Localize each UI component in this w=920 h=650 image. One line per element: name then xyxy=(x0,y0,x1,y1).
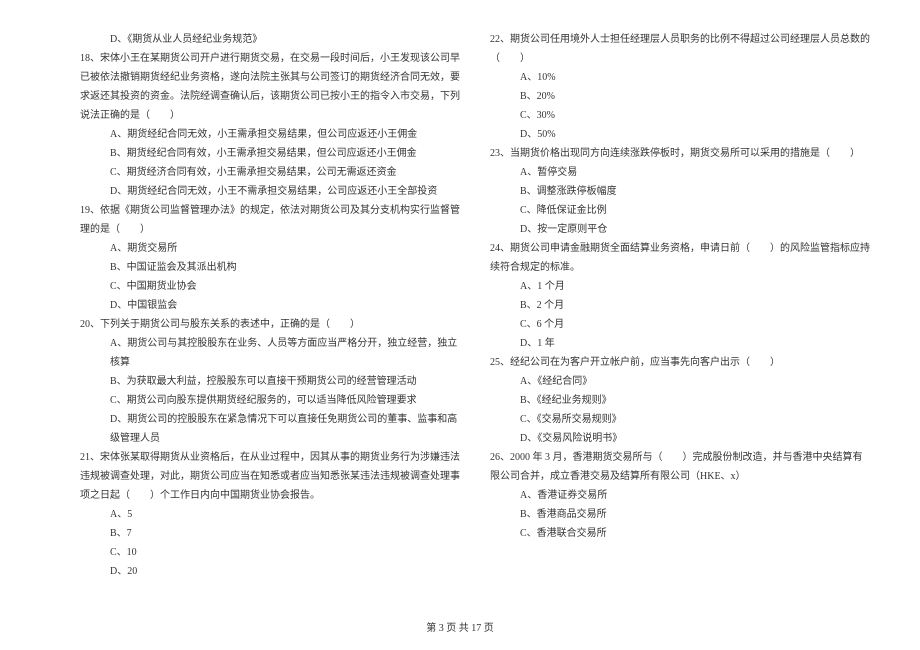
q23-stem: 23、当期货价格出现同方向连续涨跌停板时，期货交易所可以采用的措施是（ ） xyxy=(490,144,870,163)
page-footer: 第 3 页 共 17 页 xyxy=(0,619,920,638)
q19-option-d: D、中国银监会 xyxy=(80,296,460,315)
q20-option-c: C、期货公司向股东提供期货经纪服务的，可以适当降低风险管理要求 xyxy=(80,391,460,410)
q23-option-d: D、按一定原则平仓 xyxy=(490,220,870,239)
q21-option-b: B、7 xyxy=(80,524,460,543)
q20-stem: 20、下列关于期货公司与股东关系的表述中，正确的是（ ） xyxy=(80,315,460,334)
q23-option-b: B、调整涨跌停板幅度 xyxy=(490,182,870,201)
q22-option-c: C、30% xyxy=(490,106,870,125)
right-column: 22、期货公司任用境外人士担任经理层人员职务的比例不得超过公司经理层人员总数的（… xyxy=(490,30,870,581)
q26-option-c: C、香港联合交易所 xyxy=(490,524,870,543)
q19-option-b: B、中国证监会及其派出机构 xyxy=(80,258,460,277)
q18-option-b: B、期货经纪合同有效，小王需承担交易结果，但公司应返还小王佣金 xyxy=(80,144,460,163)
q20-option-b: B、为获取最大利益，控股股东可以直接干预期货公司的经营管理活动 xyxy=(80,372,460,391)
q25-option-a: A、《经纪合同》 xyxy=(490,372,870,391)
page-columns: D、《期货从业人员经纪业务规范》 18、宋体小王在某期货公司开户进行期货交易，在… xyxy=(80,30,870,581)
q24-option-d: D、1 年 xyxy=(490,334,870,353)
q25-option-c: C、《交易所交易规则》 xyxy=(490,410,870,429)
q24-option-a: A、1 个月 xyxy=(490,277,870,296)
q19-option-c: C、中国期货业协会 xyxy=(80,277,460,296)
q23-option-c: C、降低保证金比例 xyxy=(490,201,870,220)
q19-stem: 19、依据《期货公司监督管理办法》的规定，依法对期货公司及其分支机构实行监督管理… xyxy=(80,201,460,239)
q21-option-a: A、5 xyxy=(80,505,460,524)
q26-option-b: B、香港商品交易所 xyxy=(490,505,870,524)
q24-option-b: B、2 个月 xyxy=(490,296,870,315)
q20-option-a: A、期货公司与其控股股东在业务、人员等方面应当严格分开，独立经营，独立核算 xyxy=(80,334,460,372)
q26-stem: 26、2000 年 3 月，香港期货交易所与（ ）完成股份制改造，并与香港中央结… xyxy=(490,448,870,486)
q26-option-a: A、香港证券交易所 xyxy=(490,486,870,505)
q22-option-a: A、10% xyxy=(490,68,870,87)
q25-stem: 25、经纪公司在为客户开立帐户前，应当事先向客户出示（ ） xyxy=(490,353,870,372)
left-column: D、《期货从业人员经纪业务规范》 18、宋体小王在某期货公司开户进行期货交易，在… xyxy=(80,30,460,581)
q22-option-d: D、50% xyxy=(490,125,870,144)
q21-option-d: D、20 xyxy=(80,562,460,581)
q22-stem: 22、期货公司任用境外人士担任经理层人员职务的比例不得超过公司经理层人员总数的（… xyxy=(490,30,870,68)
q24-option-c: C、6 个月 xyxy=(490,315,870,334)
q25-option-d: D、《交易风险说明书》 xyxy=(490,429,870,448)
q23-option-a: A、暂停交易 xyxy=(490,163,870,182)
q21-stem: 21、宋体张某取得期货从业资格后，在从业过程中，因其从事的期货业务行为涉嫌违法违… xyxy=(80,448,460,505)
q18-option-d: D、期货经纪合同无效，小王不需承担交易结果，公司应返还小王全部投资 xyxy=(80,182,460,201)
q21-option-c: C、10 xyxy=(80,543,460,562)
q24-stem: 24、期货公司申请金融期货全面结算业务资格，申请日前（ ）的风险监管指标应持续符… xyxy=(490,239,870,277)
q18-option-c: C、期货经济合同有效，小王需承担交易结果，公司无需返还资金 xyxy=(80,163,460,182)
q19-option-a: A、期货交易所 xyxy=(80,239,460,258)
q20-option-d: D、期货公司的控股股东在紧急情况下可以直接任免期货公司的董事、监事和高级管理人员 xyxy=(80,410,460,448)
q25-option-b: B、《经纪业务规则》 xyxy=(490,391,870,410)
q17-option-d: D、《期货从业人员经纪业务规范》 xyxy=(80,30,460,49)
q22-option-b: B、20% xyxy=(490,87,870,106)
q18-stem: 18、宋体小王在某期货公司开户进行期货交易，在交易一段时间后，小王发现该公司早已… xyxy=(80,49,460,125)
q18-option-a: A、期货经纪合同无效，小王需承担交易结果，但公司应返还小王佣金 xyxy=(80,125,460,144)
